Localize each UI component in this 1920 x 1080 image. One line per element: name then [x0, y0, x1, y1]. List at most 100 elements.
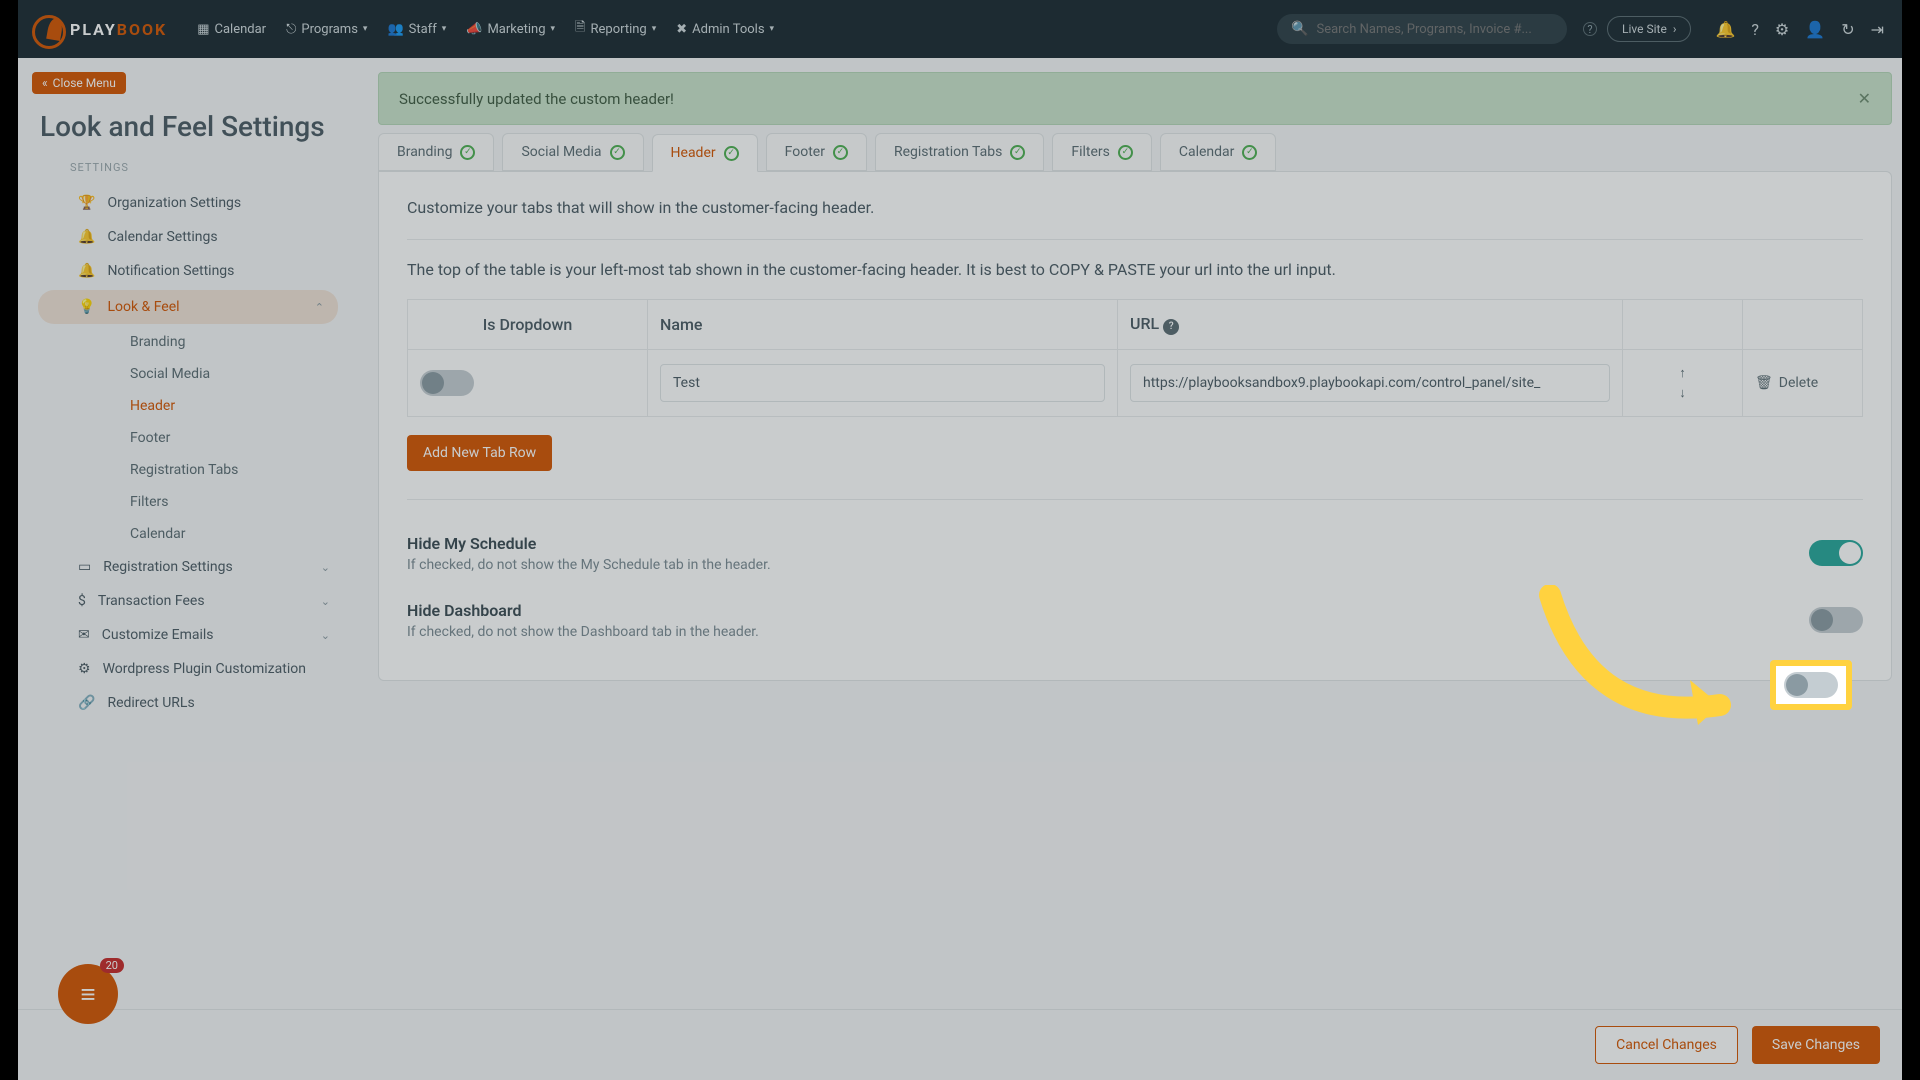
chat-icon: ≡	[80, 979, 95, 1010]
tab-reg-tabs[interactable]: Registration Tabs✓	[875, 133, 1044, 171]
hide-dashboard-title: Hide Dashboard	[407, 601, 759, 620]
chevron-left-icon: «	[42, 76, 48, 90]
check-icon: ✓	[610, 145, 625, 160]
chevron-right-icon: ›	[1673, 22, 1677, 36]
form-icon: ▭	[78, 559, 91, 575]
check-icon: ✓	[1242, 145, 1257, 160]
nav-marketing[interactable]: 📣Marketing▾	[466, 18, 555, 40]
tools-icon: ✖	[676, 22, 687, 37]
sidebar-sub-social[interactable]: Social Media	[32, 358, 344, 390]
check-icon: ✓	[460, 145, 475, 160]
close-menu-button[interactable]: «Close Menu	[32, 72, 126, 94]
sidebar-item-wordpress[interactable]: ⚙Wordpress Plugin Customization	[32, 652, 344, 686]
logo-icon	[36, 15, 64, 43]
bell-icon[interactable]: 🔔	[1715, 20, 1735, 39]
move-up-button[interactable]: ↑	[1679, 365, 1686, 381]
tab-branding[interactable]: Branding✓	[378, 133, 494, 171]
top-nav: ▦Calendar ⎋Programs▾ 👥Staff▾ 📣Marketing▾…	[197, 18, 774, 40]
th-reorder	[1623, 300, 1743, 350]
hide-schedule-sub: If checked, do not show the My Schedule …	[407, 557, 771, 573]
success-alert: Successfully updated the custom header! …	[378, 72, 1892, 125]
tab-social[interactable]: Social Media✓	[502, 133, 643, 171]
sidebar-item-transaction[interactable]: $Transaction Fees⌄	[32, 584, 344, 618]
tab-header[interactable]: Header✓	[652, 134, 758, 172]
tabs: Branding✓ Social Media✓ Header✓ Footer✓ …	[378, 133, 1892, 171]
envelope-icon: ✉	[78, 627, 90, 643]
live-site-button[interactable]: Live Site›	[1607, 16, 1691, 42]
chevron-down-icon: ▾	[442, 24, 447, 34]
reporting-icon: 🗎	[575, 18, 585, 40]
logout-icon[interactable]: ⇥	[1871, 20, 1884, 39]
help-icon[interactable]: ?	[1163, 319, 1179, 335]
tabs-table: Is Dropdown Name URL? ↑↓	[407, 299, 1863, 417]
chevron-down-icon: ▾	[652, 24, 657, 34]
sidebar-sub-calendar[interactable]: Calendar	[32, 518, 344, 550]
history-icon[interactable]: ↻	[1841, 20, 1854, 39]
hide-dashboard-toggle[interactable]	[1809, 607, 1863, 633]
search-box[interactable]: 🔍	[1277, 14, 1567, 44]
th-delete	[1743, 300, 1863, 350]
sidebar-item-notification-settings[interactable]: 🔔Notification Settings	[32, 254, 344, 288]
sidebar-sub-footer[interactable]: Footer	[32, 422, 344, 454]
hide-schedule-toggle[interactable]	[1809, 540, 1863, 566]
nav-admin-tools[interactable]: ✖Admin Tools▾	[676, 18, 774, 40]
chevron-down-icon: ▾	[551, 24, 556, 34]
nav-programs[interactable]: ⎋Programs▾	[286, 18, 367, 40]
logo-text-play: PLAY	[70, 20, 117, 39]
nav-calendar[interactable]: ▦Calendar	[197, 18, 266, 40]
calendar-icon: ▦	[197, 22, 209, 37]
tab-calendar[interactable]: Calendar✓	[1160, 133, 1277, 171]
annotation-arrow	[1530, 585, 1760, 745]
sidebar-item-look-feel[interactable]: 💡Look & Feel⌃	[38, 290, 338, 324]
sidebar-sub-branding[interactable]: Branding	[32, 326, 344, 358]
gear-icon[interactable]: ⚙	[1775, 20, 1789, 39]
trophy-icon: 🏆	[78, 195, 95, 211]
alert-close-button[interactable]: ✕	[1858, 89, 1871, 108]
sidebar-item-calendar-settings[interactable]: 🔔Calendar Settings	[32, 220, 344, 254]
annotation-highlight	[1770, 660, 1852, 710]
help-icon[interactable]: ?	[1751, 20, 1759, 39]
top-icons: 🔔 ? ⚙ 👤 ↻ ⇥	[1715, 20, 1884, 39]
hide-dashboard-toggle-highlighted[interactable]	[1784, 672, 1838, 698]
help-small-icon[interactable]: ?	[1583, 22, 1597, 36]
sidebar-item-emails[interactable]: ✉Customize Emails⌄	[32, 618, 344, 652]
chevron-down-icon: ⌄	[321, 629, 330, 642]
chevron-down-icon: ⌄	[321, 595, 330, 608]
tab-url-input[interactable]	[1130, 364, 1610, 402]
is-dropdown-toggle[interactable]	[420, 370, 474, 396]
check-icon: ✓	[1118, 145, 1133, 160]
tab-footer[interactable]: Footer✓	[766, 133, 867, 171]
table-row: ↑ ↓ 🗑Delete	[408, 349, 1863, 416]
sidebar-item-org-settings[interactable]: 🏆Organization Settings	[32, 186, 344, 220]
logo-text-book: BOOK	[117, 20, 167, 39]
chat-widget[interactable]: ≡ 20	[58, 964, 118, 1024]
move-down-button[interactable]: ↓	[1679, 385, 1686, 401]
logo[interactable]: PLAYBOOK	[36, 15, 167, 43]
hide-schedule-title: Hide My Schedule	[407, 534, 771, 553]
programs-icon: ⎋	[286, 22, 296, 37]
tab-name-input[interactable]	[660, 364, 1105, 402]
sidebar-item-registration[interactable]: ▭Registration Settings⌄	[32, 550, 344, 584]
chevron-down-icon: ▾	[770, 24, 775, 34]
delete-row-button[interactable]: 🗑Delete	[1755, 375, 1850, 391]
chevron-down-icon: ⌄	[321, 561, 330, 574]
user-add-icon[interactable]: 👤	[1805, 20, 1825, 39]
tab-filters[interactable]: Filters✓	[1052, 133, 1152, 171]
cancel-changes-button[interactable]: Cancel Changes	[1595, 1026, 1738, 1064]
nav-staff[interactable]: 👥Staff▾	[387, 18, 446, 40]
trash-icon: 🗑	[1755, 375, 1773, 391]
save-changes-button[interactable]: Save Changes	[1752, 1026, 1880, 1064]
sidebar-sub-header[interactable]: Header	[32, 390, 344, 422]
nav-reporting[interactable]: 🗎Reporting▾	[575, 18, 656, 40]
search-input[interactable]	[1316, 22, 1553, 37]
sidebar-item-redirect[interactable]: 🔗Redirect URLs	[32, 686, 344, 720]
chevron-up-icon: ⌃	[315, 301, 324, 314]
bulb-icon: 💡	[78, 299, 95, 315]
sidebar-sub-reg-tabs[interactable]: Registration Tabs	[32, 454, 344, 486]
sidebar-sub-filters[interactable]: Filters	[32, 486, 344, 518]
bell-icon: 🔔	[78, 229, 95, 245]
panel-description-1: Customize your tabs that will show in th…	[407, 198, 1863, 217]
add-tab-row-button[interactable]: Add New Tab Row	[407, 435, 552, 471]
settings-section-label: SETTINGS	[70, 161, 344, 174]
hide-dashboard-sub: If checked, do not show the Dashboard ta…	[407, 624, 759, 640]
